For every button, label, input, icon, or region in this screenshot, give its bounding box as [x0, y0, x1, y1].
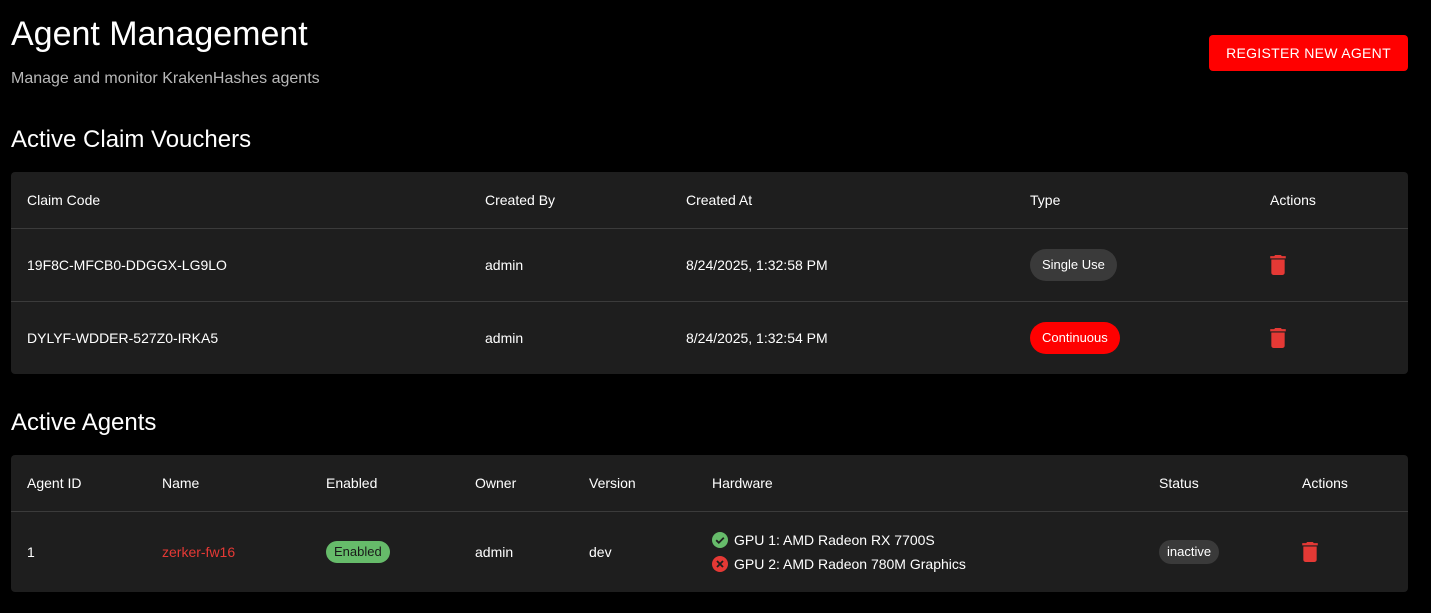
- table-header-row: Claim Code Created By Created At Type Ac…: [11, 172, 1408, 229]
- column-header-status[interactable]: Status: [1143, 455, 1286, 512]
- created-by-cell: admin: [469, 228, 670, 302]
- type-cell: Single Use: [1014, 228, 1254, 302]
- column-header-version[interactable]: Version: [573, 455, 696, 512]
- actions-cell: [1254, 302, 1408, 375]
- agent-id-cell: 1: [27, 544, 35, 560]
- created-by-cell: admin: [485, 330, 524, 346]
- enabled-chip[interactable]: Enabled: [326, 541, 390, 563]
- register-new-agent-button[interactable]: REGISTER NEW AGENT: [1209, 35, 1408, 71]
- column-header-claim-code[interactable]: Claim Code: [11, 172, 469, 229]
- hardware-cell: GPU 1: AMD Radeon RX 7700S GPU 2: AMD Ra…: [696, 512, 1143, 593]
- column-header-type[interactable]: Type: [1014, 172, 1254, 229]
- cancel-circle-icon: [712, 556, 728, 572]
- hardware-item: GPU 2: AMD Radeon 780M Graphics: [712, 552, 1143, 576]
- column-header-created-by[interactable]: Created By: [469, 172, 670, 229]
- owner-cell: admin: [475, 544, 514, 560]
- vouchers-section-title: Active Claim Vouchers: [11, 126, 252, 153]
- table-header-row: Agent ID Name Enabled Owner Version Hard…: [11, 455, 1408, 512]
- column-header-created-at[interactable]: Created At: [670, 172, 1014, 229]
- delete-agent-button[interactable]: [1294, 536, 1326, 568]
- check-circle-icon: [712, 532, 728, 548]
- trash-icon: [1270, 255, 1286, 275]
- hardware-item: GPU 1: AMD Radeon RX 7700S: [712, 528, 1143, 552]
- hardware-label: GPU 1: AMD Radeon RX 7700S: [734, 532, 935, 548]
- column-header-actions: Actions: [1286, 455, 1408, 512]
- column-header-hardware[interactable]: Hardware: [696, 455, 1143, 512]
- vouchers-table: Claim Code Created By Created At Type Ac…: [11, 172, 1408, 374]
- trash-icon: [1270, 328, 1286, 348]
- agents-table: Agent ID Name Enabled Owner Version Hard…: [11, 455, 1408, 592]
- hardware-label: GPU 2: AMD Radeon 780M Graphics: [734, 556, 966, 572]
- column-header-owner[interactable]: Owner: [459, 455, 573, 512]
- enabled-cell: Enabled: [310, 512, 459, 593]
- claim-code-cell: DYLYF-WDDER-527Z0-IRKA5: [27, 330, 219, 346]
- type-cell: Continuous: [1014, 302, 1254, 375]
- table-row: 19F8C-MFCB0-DDGGX-LG9LO admin 8/24/2025,…: [11, 228, 1408, 302]
- trash-icon: [1302, 542, 1318, 562]
- page-subtitle: Manage and monitor KrakenHashes agents: [11, 70, 320, 87]
- delete-voucher-button[interactable]: [1262, 322, 1294, 354]
- page-title: Agent Management: [11, 15, 308, 53]
- type-chip-single-use: Single Use: [1030, 249, 1117, 281]
- status-badge: inactive: [1159, 540, 1220, 564]
- status-cell: inactive: [1143, 512, 1286, 593]
- delete-voucher-button[interactable]: [1262, 249, 1294, 281]
- table-row: DYLYF-WDDER-527Z0-IRKA5 admin 8/24/2025,…: [11, 302, 1408, 375]
- claim-code-cell: 19F8C-MFCB0-DDGGX-LG9LO: [11, 228, 469, 302]
- column-header-name[interactable]: Name: [146, 455, 310, 512]
- table-row: 1 zerker-fw16 Enabled admin dev GPU 1: A…: [11, 512, 1408, 593]
- actions-cell: [1286, 512, 1408, 593]
- created-at-cell: 8/24/2025, 1:32:54 PM: [686, 330, 828, 346]
- created-at-cell: 8/24/2025, 1:32:58 PM: [670, 228, 1014, 302]
- version-cell: dev: [589, 544, 612, 560]
- agent-name-link[interactable]: zerker-fw16: [162, 544, 235, 560]
- column-header-agent-id[interactable]: Agent ID: [11, 455, 146, 512]
- column-header-actions: Actions: [1254, 172, 1408, 229]
- agent-name-cell: zerker-fw16: [146, 512, 310, 593]
- actions-cell: [1254, 228, 1408, 302]
- vouchers-table-panel: Claim Code Created By Created At Type Ac…: [11, 172, 1408, 374]
- type-chip-continuous: Continuous: [1030, 322, 1120, 354]
- column-header-enabled[interactable]: Enabled: [310, 455, 459, 512]
- agents-table-panel: Agent ID Name Enabled Owner Version Hard…: [11, 455, 1408, 592]
- agents-section-title: Active Agents: [11, 409, 157, 436]
